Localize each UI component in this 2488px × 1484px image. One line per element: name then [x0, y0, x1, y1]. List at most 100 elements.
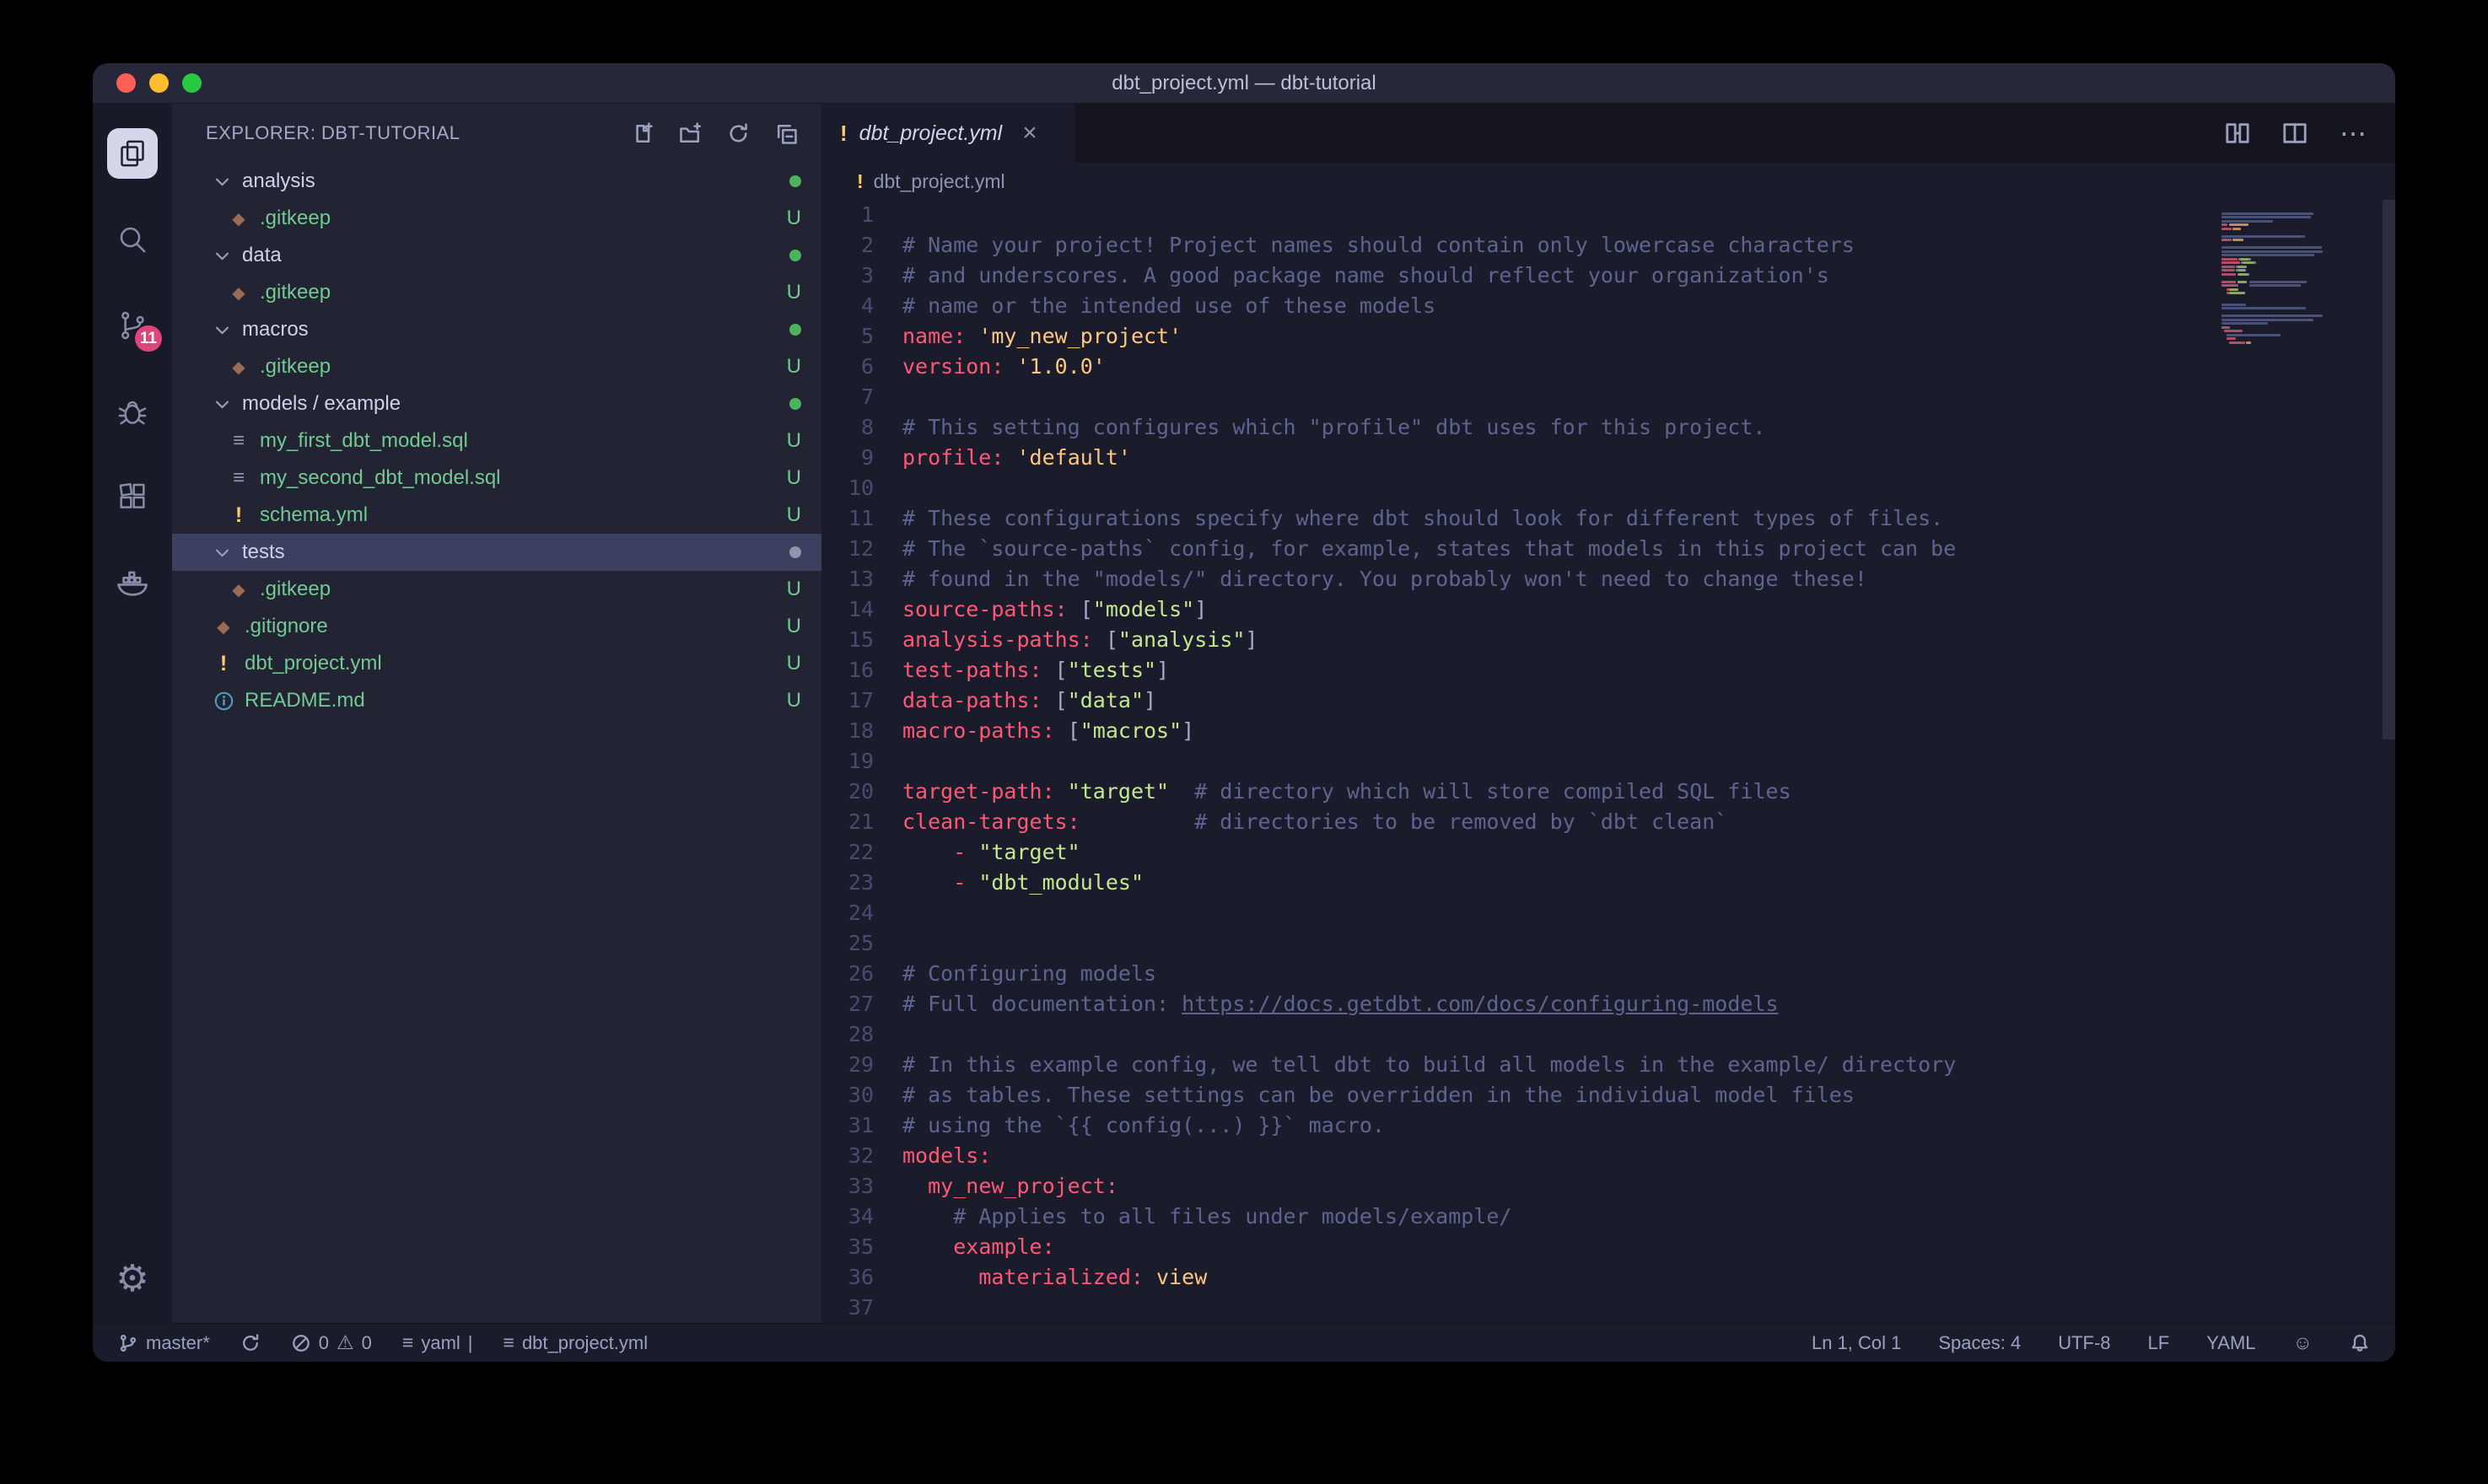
- code-line[interactable]: 26# Configuring models: [821, 959, 2395, 989]
- code-line[interactable]: 8# This setting configures which "profil…: [821, 412, 2395, 443]
- tree-folder-analysis[interactable]: analysis: [172, 163, 821, 200]
- tree-folder-models-example[interactable]: models / example: [172, 385, 821, 422]
- code-line[interactable]: 14source-paths: ["models"]: [821, 594, 2395, 625]
- tree-item-label: tests: [242, 540, 285, 564]
- code-line[interactable]: 28: [821, 1019, 2395, 1050]
- code-line[interactable]: 34 # Applies to all files under models/e…: [821, 1202, 2395, 1232]
- tree-file--gitkeep[interactable]: ◆.gitkeepU: [172, 571, 821, 608]
- code-line[interactable]: 11# These configurations specify where d…: [821, 503, 2395, 534]
- code-line[interactable]: 27# Full documentation: https://docs.get…: [821, 989, 2395, 1019]
- code-line[interactable]: 36 materialized: view: [821, 1262, 2395, 1293]
- scm-badge: 11: [135, 325, 162, 352]
- notifications-bell[interactable]: [2350, 1333, 2370, 1353]
- split-editor-icon[interactable]: [2282, 121, 2308, 146]
- collapse-all-icon[interactable]: [775, 122, 798, 145]
- new-file-icon[interactable]: [631, 122, 654, 145]
- editor-scrollbar[interactable]: [2383, 200, 2395, 739]
- activity-explorer[interactable]: [93, 110, 172, 196]
- tree-file-my-second-dbt-model-sql[interactable]: ≡my_second_dbt_model.sqlU: [172, 460, 821, 497]
- line-number: 32: [821, 1141, 902, 1171]
- zoom-window-button[interactable]: [182, 73, 202, 93]
- activity-run-debug[interactable]: [93, 368, 172, 454]
- code-line[interactable]: 32models:: [821, 1141, 2395, 1171]
- tree-file--gitignore[interactable]: ◆.gitignoreU: [172, 608, 821, 645]
- code-line[interactable]: 20target-path: "target" # directory whic…: [821, 777, 2395, 807]
- code-line[interactable]: 10: [821, 473, 2395, 503]
- code-line[interactable]: 19: [821, 746, 2395, 777]
- activity-docker[interactable]: [93, 540, 172, 626]
- code-line[interactable]: 22 - "target": [821, 837, 2395, 868]
- tree-file-readme-md[interactable]: README.mdU: [172, 682, 821, 719]
- code-line[interactable]: 3# and underscores. A good package name …: [821, 261, 2395, 291]
- eol[interactable]: LF: [2148, 1332, 2170, 1354]
- line-number: 3: [821, 261, 902, 291]
- cursor-position[interactable]: Ln 1, Col 1: [1812, 1332, 1901, 1354]
- tree-folder-data[interactable]: data: [172, 237, 821, 274]
- code-line[interactable]: 7: [821, 382, 2395, 412]
- code-line[interactable]: 13# found in the "models/" directory. Yo…: [821, 564, 2395, 594]
- code-line[interactable]: 15analysis-paths: ["analysis"]: [821, 625, 2395, 655]
- tree-file-schema-yml[interactable]: !schema.ymlU: [172, 497, 821, 534]
- encoding[interactable]: UTF-8: [2058, 1332, 2110, 1354]
- breadcrumb[interactable]: ! dbt_project.yml: [821, 163, 2395, 200]
- code-line[interactable]: 25: [821, 928, 2395, 959]
- activity-extensions[interactable]: [93, 454, 172, 540]
- explorer-title: EXPLORER: DBT-TUTORIAL: [206, 122, 460, 144]
- code-line[interactable]: 24: [821, 898, 2395, 928]
- tree-folder-tests[interactable]: tests: [172, 534, 821, 571]
- list-icon: ≡: [504, 1331, 514, 1354]
- minimize-window-button[interactable]: [149, 73, 169, 93]
- problems-status[interactable]: 0 ⚠ 0: [291, 1331, 372, 1354]
- line-number: 29: [821, 1050, 902, 1080]
- git-branch-status[interactable]: master*: [118, 1332, 210, 1354]
- code-line[interactable]: 17data-paths: ["data"]: [821, 686, 2395, 716]
- sync-status[interactable]: [240, 1333, 261, 1353]
- activity-source-control[interactable]: 11: [93, 282, 172, 368]
- tab-dbt-project-yml[interactable]: ! dbt_project.yml ×: [821, 104, 1076, 163]
- code-line[interactable]: 16test-paths: ["tests"]: [821, 655, 2395, 686]
- tree-file--gitkeep[interactable]: ◆.gitkeepU: [172, 274, 821, 311]
- code-line[interactable]: 9profile: 'default': [821, 443, 2395, 473]
- close-window-button[interactable]: [116, 73, 136, 93]
- new-folder-icon[interactable]: [679, 122, 702, 145]
- activity-search[interactable]: [93, 196, 172, 282]
- open-changes-icon[interactable]: [2225, 121, 2250, 146]
- code-line[interactable]: 1: [821, 200, 2395, 230]
- code-editor[interactable]: 12# Name your project! Project names sho…: [821, 200, 2395, 1323]
- code-line[interactable]: 21clean-targets: # directories to be rem…: [821, 807, 2395, 837]
- code-line[interactable]: 5name: 'my_new_project': [821, 321, 2395, 352]
- refresh-icon[interactable]: [727, 122, 750, 145]
- line-number: 8: [821, 412, 902, 443]
- code-line[interactable]: 2# Name your project! Project names shou…: [821, 230, 2395, 261]
- active-file-status[interactable]: ≡ dbt_project.yml: [504, 1331, 649, 1354]
- tree-file--gitkeep[interactable]: ◆.gitkeepU: [172, 348, 821, 385]
- mode-status[interactable]: ≡ yaml |: [402, 1331, 473, 1354]
- more-actions-icon[interactable]: ⋯: [2340, 120, 2367, 147]
- tree-file-dbt-project-yml[interactable]: !dbt_project.ymlU: [172, 645, 821, 682]
- code-line[interactable]: 23 - "dbt_modules": [821, 868, 2395, 898]
- code-line[interactable]: 4# name or the intended use of these mod…: [821, 291, 2395, 321]
- indentation[interactable]: Spaces: 4: [1938, 1332, 2021, 1354]
- code-line[interactable]: 12# The `source-paths` config, for examp…: [821, 534, 2395, 564]
- git-untracked-badge: U: [787, 689, 801, 712]
- tree-folder-macros[interactable]: macros: [172, 311, 821, 348]
- line-number: 28: [821, 1019, 902, 1050]
- line-number: 26: [821, 959, 902, 989]
- tree-file-my-first-dbt-model-sql[interactable]: ≡my_first_dbt_model.sqlU: [172, 422, 821, 460]
- code-line[interactable]: 18macro-paths: ["macros"]: [821, 716, 2395, 746]
- settings-gear-icon[interactable]: ⚙: [116, 1249, 148, 1308]
- code-line[interactable]: 33 my_new_project:: [821, 1171, 2395, 1202]
- language-mode[interactable]: YAML: [2206, 1332, 2255, 1354]
- code-line[interactable]: 30# as tables. These settings can be ove…: [821, 1080, 2395, 1110]
- code-line[interactable]: 29# In this example config, we tell dbt …: [821, 1050, 2395, 1080]
- minimap[interactable]: [2221, 208, 2373, 349]
- code-line[interactable]: 35 example:: [821, 1232, 2395, 1262]
- code-line[interactable]: 6version: '1.0.0': [821, 352, 2395, 382]
- tree-file--gitkeep[interactable]: ◆.gitkeepU: [172, 200, 821, 237]
- code-line[interactable]: 31# using the `{{ config(...) }}` macro.: [821, 1110, 2395, 1141]
- code-line[interactable]: 37: [821, 1293, 2395, 1323]
- feedback-smiley-icon[interactable]: ☺: [2293, 1331, 2313, 1354]
- close-tab-icon[interactable]: ×: [1022, 119, 1037, 148]
- line-number: 6: [821, 352, 902, 382]
- screen: dbt_project.yml — dbt-tutorial 11: [0, 0, 2488, 1484]
